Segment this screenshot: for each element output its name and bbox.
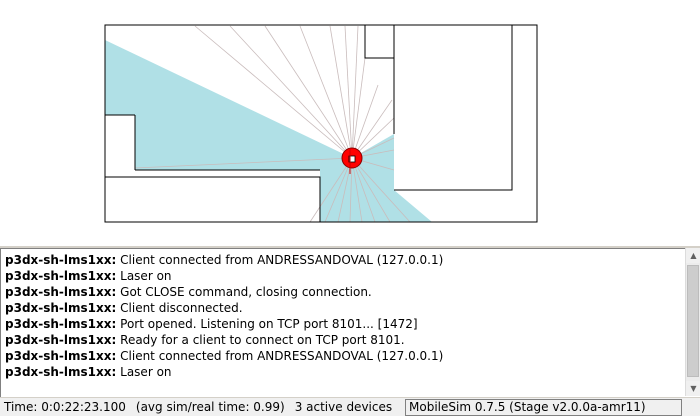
log-source: p3dx-sh-lms1xx: bbox=[5, 333, 117, 347]
log-panel[interactable]: p3dx-sh-lms1xx: Client connected from AN… bbox=[0, 248, 685, 397]
log-line: p3dx-sh-lms1xx: Port opened. Listening o… bbox=[1, 316, 685, 332]
log-line: p3dx-sh-lms1xx: Got CLOSE command, closi… bbox=[1, 284, 685, 300]
log-message: Got CLOSE command, closing connection. bbox=[120, 285, 372, 299]
log-line: p3dx-sh-lms1xx: Laser on bbox=[1, 268, 685, 284]
log-scrollbar[interactable]: ▲ ▼ bbox=[685, 248, 700, 396]
triangle-up-icon: ▲ bbox=[690, 251, 697, 260]
log-source: p3dx-sh-lms1xx: bbox=[5, 285, 117, 299]
log-message: Laser on bbox=[120, 269, 172, 283]
scroll-thumb[interactable] bbox=[687, 265, 699, 377]
log-line: p3dx-sh-lms1xx: Client connected from AN… bbox=[1, 252, 685, 268]
status-info: Time: 0:0:22:23.100 (avg sim/real time: 0… bbox=[4, 398, 392, 416]
log-line: p3dx-sh-lms1xx: Client disconnected. bbox=[1, 300, 685, 316]
map-canvas[interactable] bbox=[0, 0, 700, 246]
scroll-down-button[interactable]: ▼ bbox=[686, 381, 700, 396]
log-line: p3dx-sh-lms1xx: Ready for a client to co… bbox=[1, 332, 685, 348]
status-devices: 3 active devices bbox=[294, 400, 393, 414]
log-line: p3dx-sh-lms1xx: Client connected from AN… bbox=[1, 348, 685, 364]
log-message: Client connected from ANDRESSANDOVAL (12… bbox=[120, 253, 444, 267]
log-source: p3dx-sh-lms1xx: bbox=[5, 253, 117, 267]
log-source: p3dx-sh-lms1xx: bbox=[5, 269, 117, 283]
status-avg: (avg sim/real time: 0.99) bbox=[135, 400, 285, 414]
triangle-down-icon: ▼ bbox=[690, 384, 697, 393]
simulation-map[interactable] bbox=[0, 0, 700, 246]
status-time: Time: 0:0:22:23.100 bbox=[4, 400, 126, 414]
log-message: Ready for a client to connect on TCP por… bbox=[120, 333, 405, 347]
status-bar: Time: 0:0:22:23.100 (avg sim/real time: 0… bbox=[0, 397, 700, 416]
scroll-up-button[interactable]: ▲ bbox=[686, 248, 700, 263]
log-source: p3dx-sh-lms1xx: bbox=[5, 365, 117, 379]
log-source: p3dx-sh-lms1xx: bbox=[5, 317, 117, 331]
status-version: MobileSim 0.7.5 (Stage v2.0.0a-amr11) bbox=[405, 399, 682, 416]
log-message: Client disconnected. bbox=[120, 301, 243, 315]
log-message: Client connected from ANDRESSANDOVAL (12… bbox=[120, 349, 444, 363]
log-source: p3dx-sh-lms1xx: bbox=[5, 301, 117, 315]
log-source: p3dx-sh-lms1xx: bbox=[5, 349, 117, 363]
log-message: Laser on bbox=[120, 365, 172, 379]
log-line: p3dx-sh-lms1xx: Laser on bbox=[1, 364, 685, 380]
log-message: Port opened. Listening on TCP port 8101.… bbox=[120, 317, 418, 331]
